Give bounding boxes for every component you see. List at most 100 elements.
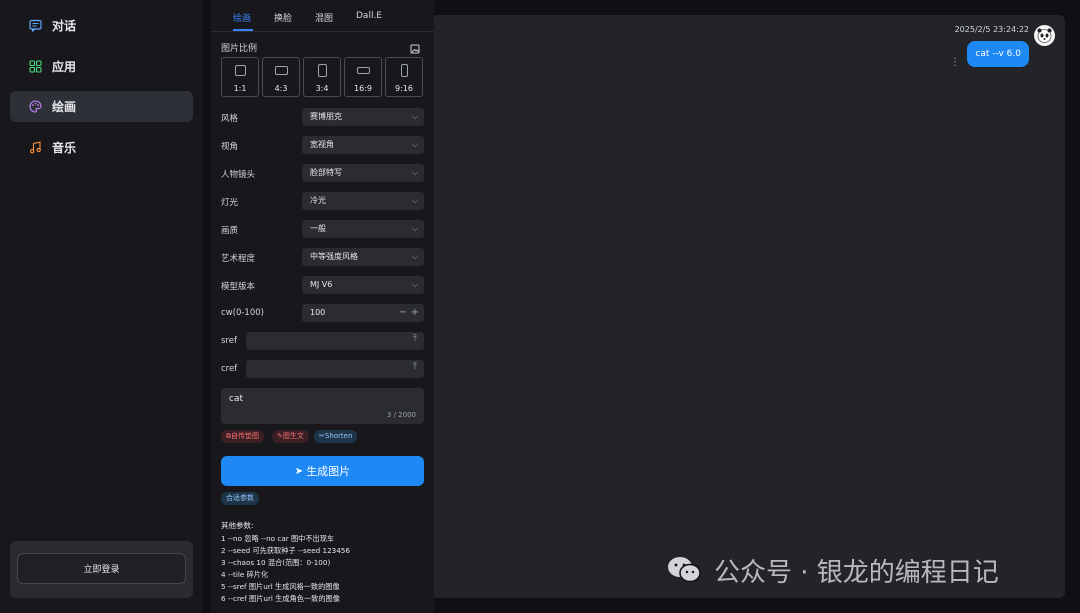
char-count: 3 / 2000 — [386, 411, 416, 419]
panda-avatar-icon — [1037, 28, 1052, 43]
quality-select[interactable]: 一般 ⌵ — [302, 220, 424, 238]
chevron-down-icon: ⌵ — [411, 252, 418, 261]
avatar — [1034, 25, 1055, 46]
select-value: 脸部特写 — [310, 168, 342, 177]
nav-item-draw[interactable]: 绘画 — [10, 91, 193, 122]
help-title: 其他参数: — [221, 521, 254, 530]
music-icon — [28, 141, 42, 155]
ratio-1-1[interactable]: 1:1 — [221, 57, 259, 97]
preset-params-chip[interactable]: 合适参数 — [221, 492, 259, 505]
minus-icon[interactable]: − — [399, 304, 407, 322]
model-label: 模型版本 — [221, 282, 256, 292]
stylize-label: 艺术程度 — [221, 254, 256, 264]
help-line: 2 --seed 可先获取种子 --seed 123456 — [221, 546, 350, 555]
chat-area: 2025/2/5 23:24:22 cat --v 6.0 ⋮ — [434, 15, 1065, 598]
nav-label: 对话 — [52, 19, 77, 33]
prompt-input[interactable]: cat 3 / 2000 — [221, 388, 424, 424]
login-button[interactable]: 立即登录 — [17, 553, 186, 584]
ratio-3-4[interactable]: 3:4 — [303, 57, 341, 97]
sref-label: sref — [221, 336, 237, 346]
ratio-label: 16:9 — [354, 84, 372, 93]
ratio-4-3[interactable]: 4:3 — [262, 57, 300, 97]
ratio-16-9[interactable]: 16:9 — [344, 57, 382, 97]
cw-stepper[interactable]: 100 − + — [302, 304, 424, 322]
chevron-down-icon: ⌵ — [411, 280, 418, 289]
nav-label: 应用 — [52, 60, 77, 74]
message-timestamp: 2025/2/5 23:24:22 — [954, 25, 1029, 34]
generate-label: 生成图片 — [306, 465, 351, 478]
generate-button[interactable]: ➤ 生成图片 — [221, 456, 424, 486]
tab-bar: 绘画 换脸 混图 Dall.E — [211, 0, 434, 32]
nav-label: 音乐 — [52, 141, 77, 155]
nav-label: 绘画 — [52, 100, 77, 114]
wechat-logo-icon — [668, 557, 701, 583]
cref-input[interactable]: ⤒ — [246, 360, 424, 378]
help-line: 3 --chaos 10 混合(范围：0-100) — [221, 558, 331, 567]
select-value: 赛博朋克 — [310, 112, 342, 121]
ratio-shape — [357, 67, 370, 74]
chip-label: 自传垫图 — [231, 432, 259, 440]
cw-value: 100 — [310, 308, 326, 317]
more-options-icon[interactable]: ⋮ — [950, 57, 960, 68]
shot-select[interactable]: 脸部特写 ⌵ — [302, 164, 424, 182]
stylize-select[interactable]: 中等强度风格 ⌵ — [302, 248, 424, 266]
login-box: 立即登录 — [10, 541, 193, 598]
prompt-text: cat — [229, 394, 243, 404]
chevron-down-icon: ⌵ — [411, 168, 418, 177]
chevron-down-icon: ⌵ — [411, 224, 418, 233]
shorten-chip[interactable]: ✂Shorten — [314, 430, 358, 443]
ratio-shape — [401, 64, 408, 77]
quality-label: 画质 — [221, 226, 239, 236]
nav-item-apps[interactable]: 应用 — [10, 51, 193, 82]
chip-label: 图生文 — [282, 432, 304, 440]
ratio-9-16[interactable]: 9:16 — [385, 57, 423, 97]
chevron-down-icon: ⌵ — [411, 140, 418, 149]
select-value: 一般 — [310, 224, 326, 233]
shot-label: 人物镜头 — [221, 170, 256, 180]
style-select[interactable]: 赛博朋克 ⌵ — [302, 108, 424, 126]
sref-input[interactable]: ⤒ — [246, 332, 424, 350]
cw-label: cw(0-100) — [221, 308, 264, 318]
select-value: MJ V6 — [310, 280, 333, 289]
tab-faceswap[interactable]: 换脸 — [274, 11, 292, 24]
ratio-shape — [318, 64, 327, 77]
palette-icon — [28, 100, 42, 114]
tab-blend[interactable]: 混图 — [315, 11, 333, 24]
select-value: 中等强度风格 — [310, 252, 358, 261]
chevron-down-icon: ⌵ — [411, 112, 418, 121]
upload-icon[interactable]: ⤒ — [413, 334, 417, 344]
lighting-select[interactable]: 冷光 ⌵ — [302, 192, 424, 210]
help-line: 4 --tile 碎片化 — [221, 570, 269, 579]
chat-icon — [28, 19, 42, 33]
draw-settings-panel: 绘画 换脸 混图 Dall.E 图片比例 1:1 4:3 3:4 16:9 9:… — [211, 0, 434, 613]
ratio-label: 1:1 — [233, 84, 247, 93]
lighting-label: 灯光 — [221, 198, 239, 208]
help-line: 1 --no 忽略 --no car 图中不出现车 — [221, 534, 335, 543]
select-value: 宽视角 — [310, 140, 334, 149]
describe-chip[interactable]: ✎图生文 — [272, 430, 309, 443]
help-line: 6 --cref 图片url 生成角色一致的图像 — [221, 594, 340, 603]
tab-draw[interactable]: 绘画 — [233, 11, 251, 24]
grid-icon — [28, 60, 42, 74]
model-select[interactable]: MJ V6 ⌵ — [302, 276, 424, 294]
ratio-label: 4:3 — [274, 84, 288, 93]
tab-dalle[interactable]: Dall.E — [356, 11, 382, 21]
upload-image-chip[interactable]: ⧉自传垫图 — [221, 430, 264, 443]
cref-label: cref — [221, 364, 238, 374]
ratio-label: 3:4 — [315, 84, 329, 93]
view-select[interactable]: 宽视角 ⌵ — [302, 136, 424, 154]
nav-item-chat[interactable]: 对话 — [10, 10, 193, 41]
style-label: 风格 — [221, 114, 239, 124]
ratio-title: 图片比例 — [221, 44, 258, 54]
select-value: 冷光 — [310, 196, 326, 205]
upload-icon[interactable]: ⤒ — [413, 362, 417, 372]
left-nav: 对话 应用 绘画 音乐 立即登录 — [0, 0, 202, 613]
nav-item-music[interactable]: 音乐 — [10, 132, 193, 163]
user-message-bubble[interactable]: cat --v 6.0 — [967, 41, 1029, 67]
view-label: 视角 — [221, 142, 239, 152]
watermark-text: 公众号 · 银龙的编程日记 — [714, 558, 999, 588]
plus-icon[interactable]: + — [411, 304, 419, 322]
help-line: 5 --sref 图片url 生成风格一致的图像 — [221, 582, 340, 591]
ratio-shape — [235, 65, 246, 76]
send-icon: ➤ — [294, 465, 304, 477]
